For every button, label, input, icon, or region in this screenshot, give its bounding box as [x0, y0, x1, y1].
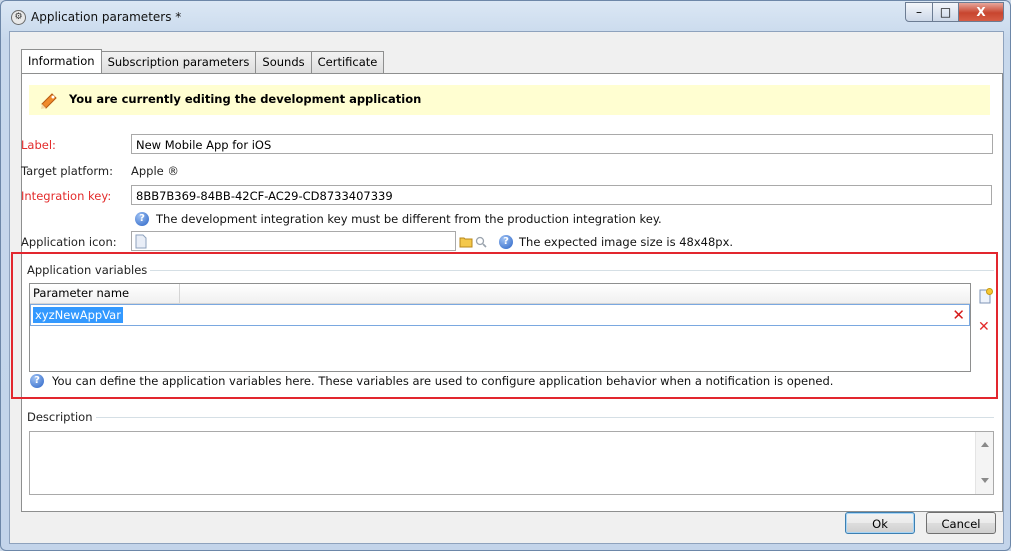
zoom-preview-icon[interactable] [475, 236, 487, 248]
tab-certificate[interactable]: Certificate [310, 51, 385, 73]
application-variables-highlight [11, 252, 998, 399]
edit-pencil-icon [41, 93, 57, 109]
maximize-button[interactable]: □ [933, 2, 959, 22]
integration-key-note: The development integration key must be … [156, 212, 662, 226]
app-icon: ⚙ [11, 10, 26, 25]
application-icon-label: Application icon: [21, 235, 117, 249]
label-field-label: Label: [21, 138, 56, 152]
tab-subscription-parameters[interactable]: Subscription parameters [100, 51, 257, 73]
help-icon: ? [135, 212, 149, 226]
close-icon: X [976, 5, 986, 19]
application-icon-input[interactable] [131, 231, 456, 251]
description-textarea[interactable] [29, 431, 994, 495]
integration-key-label: Integration key: [21, 189, 112, 203]
help-icon: ? [499, 235, 513, 249]
group-divider [27, 417, 994, 418]
minimize-button[interactable]: – [905, 2, 933, 22]
label-input[interactable]: New Mobile App for iOS [131, 134, 993, 154]
icon-size-note: The expected image size is 48x48px. [519, 235, 734, 249]
description-title: Description [27, 410, 96, 424]
tab-sounds[interactable]: Sounds [255, 51, 312, 73]
target-platform-value: Apple ® [131, 164, 179, 178]
editing-banner: You are currently editing the developmen… [29, 85, 990, 115]
integration-key-input[interactable]: 8BB7B369-84BB-42CF-AC29-CD8733407339 [131, 185, 992, 205]
target-platform-label: Target platform: [21, 164, 113, 178]
ok-button[interactable]: Ok [845, 512, 915, 534]
file-icon [135, 234, 147, 249]
banner-message: You are currently editing the developmen… [69, 92, 422, 106]
window-title: Application parameters * [31, 10, 182, 24]
title-bar[interactable]: ⚙ Application parameters * – □ X [1, 1, 1010, 31]
folder-browse-icon[interactable] [459, 236, 473, 248]
description-scrollbar[interactable] [975, 432, 993, 494]
tab-information[interactable]: Information [21, 49, 102, 73]
cancel-button[interactable]: Cancel [926, 512, 996, 534]
application-parameters-window: ⚙ Application parameters * – □ X Informa… [0, 0, 1011, 551]
close-button[interactable]: X [959, 2, 1004, 22]
scroll-up-icon[interactable] [981, 442, 989, 447]
tab-strip: Information Subscription parameters Soun… [21, 49, 385, 73]
scroll-down-icon[interactable] [981, 478, 989, 483]
window-controls: – □ X [905, 2, 1004, 22]
minimize-icon: – [916, 5, 922, 19]
maximize-icon: □ [939, 5, 952, 19]
